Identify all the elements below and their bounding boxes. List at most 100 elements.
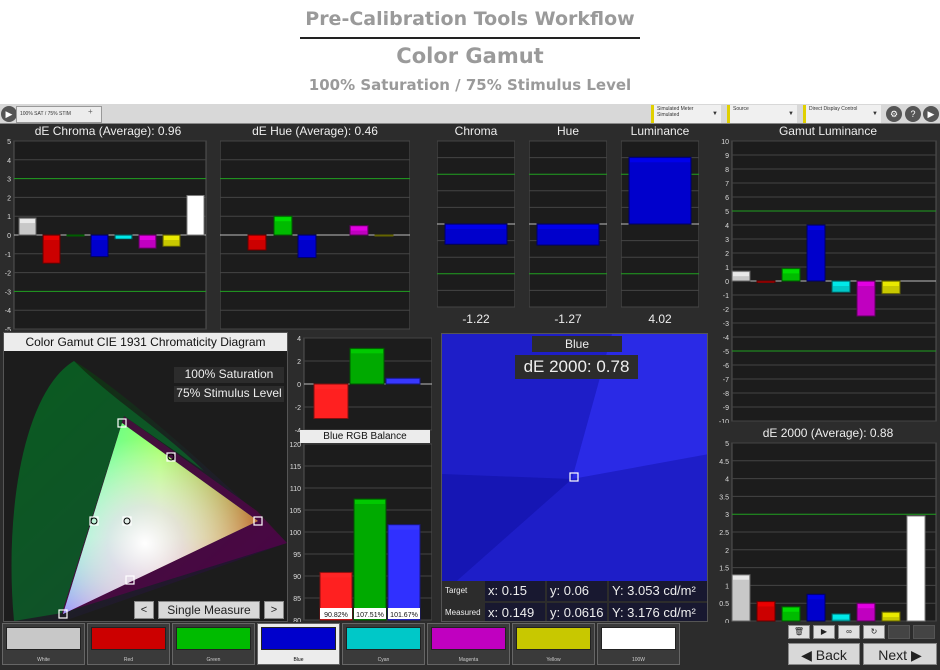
back-label: Back [815, 647, 847, 663]
bar-highlight [858, 604, 874, 609]
swatch-yellow[interactable]: Yellow [512, 623, 595, 665]
luminance-value: 4.02 [621, 310, 699, 328]
de2000-chart: 5 4.5 4 3.5 3 2.5 2 1.5 1 0.5 0 [719, 441, 937, 623]
swatch-color [601, 627, 676, 650]
bar-highlight [275, 217, 291, 222]
bar-highlight [351, 226, 367, 231]
swatch-label: 100W [631, 657, 646, 663]
y-tick-label: 0.5 [719, 601, 729, 608]
source-dropdown[interactable]: Source ▼ [727, 105, 797, 123]
swatch-white[interactable]: White [2, 623, 85, 665]
add-tab-icon[interactable]: + [88, 107, 93, 116]
next-label: Next [878, 647, 908, 663]
y-tick-label: -3 [5, 289, 11, 296]
hue-chart [529, 140, 607, 308]
swatch-label: Green [206, 657, 221, 663]
play-icon[interactable]: ▶ [813, 625, 835, 639]
y-tick-label: 5 [725, 209, 729, 216]
de-hue-chart [220, 140, 410, 330]
next-point-button[interactable]: > [264, 601, 284, 619]
y-tick-label: -2 [295, 405, 301, 412]
y-tick-label: -6 [723, 363, 729, 370]
bar-blue [628, 156, 692, 225]
gamut-luminance-chart: 109876543210-1-2-3-4-5-6-7-8-9-10 [719, 139, 937, 423]
help-icon[interactable]: ? [905, 106, 921, 122]
bar-b [387, 524, 421, 621]
swatch-red[interactable]: Red [87, 623, 170, 665]
y-tick-label: 4.5 [719, 459, 729, 466]
y-tick-label: 85 [293, 596, 301, 603]
bar-highlight [783, 607, 799, 612]
settings-icon[interactable]: ⚙ [886, 106, 902, 122]
bar-highlight [808, 595, 824, 600]
y-tick-label: 120 [290, 442, 301, 449]
refresh-icon[interactable]: ↻ [863, 625, 885, 639]
swatch-blue[interactable]: Blue [257, 623, 340, 665]
swatch-label: Cyan [377, 657, 390, 663]
blue-panel-title: Blue [532, 336, 622, 352]
y-tick-label: 100 [290, 530, 301, 537]
target-luminance: Y: 3.053 cd/m² [609, 581, 707, 601]
disabled-button [888, 625, 910, 639]
y-tick-label: 3.5 [719, 494, 729, 501]
bar-highlight [249, 236, 265, 240]
meter-dropdown[interactable]: Simulated Meter Simulated ▼ [651, 105, 721, 123]
swatch-color [91, 627, 166, 650]
bar-magenta [856, 280, 876, 317]
bar-100w [186, 195, 205, 236]
prev-button[interactable]: < [134, 601, 154, 619]
y-tick-label: 1 [7, 214, 11, 221]
play-icon[interactable]: ▶ [1, 106, 17, 122]
source-label: Source [733, 106, 749, 112]
back-button[interactable]: ◀ Back [788, 643, 860, 665]
swatch-color [176, 627, 251, 650]
bar-highlight [833, 614, 849, 619]
bar-highlight [389, 525, 419, 530]
bar-highlight [387, 379, 419, 384]
bar-highlight [808, 226, 824, 230]
hue-value: -1.27 [529, 310, 607, 328]
bar-r [313, 383, 349, 419]
cie-panel: Color Gamut CIE 1931 Chromaticity Diagra… [3, 332, 288, 622]
display-control-dropdown[interactable]: Direct Display Control ▼ [803, 105, 881, 123]
y-tick-label: 0 [725, 279, 729, 286]
swatch-100w[interactable]: 100W [597, 623, 680, 665]
rgb-balance-chart: 120 115 110 105 100 95 90 85 80 90.82% 107.51% 101.… [290, 442, 432, 622]
swatch-green[interactable]: Green [172, 623, 255, 665]
display-control-label: Direct Display Control [809, 106, 858, 112]
next-button[interactable]: Next ▶ [863, 643, 937, 665]
swatch-label: Blue [293, 657, 304, 663]
bar-highlight [858, 282, 874, 286]
y-tick-label: -1 [723, 293, 729, 300]
swatch-label: White [37, 657, 50, 663]
saturation-label: 100% Saturation [174, 367, 284, 383]
bar-highlight [164, 236, 179, 240]
next-icon[interactable]: ▶ [923, 106, 939, 122]
calibration-app: ▶ 100% SAT / 75% STIM + Simulated Meter … [0, 104, 940, 670]
bar-highlight [833, 282, 849, 286]
bar-highlight [351, 349, 383, 354]
y-tick-label: 2.5 [719, 530, 729, 537]
swatch-magenta[interactable]: Magenta [427, 623, 510, 665]
y-tick-label: 2 [7, 195, 11, 202]
toolbar: ▶ 100% SAT / 75% STIM + Simulated Meter … [0, 104, 940, 124]
y-tick-label: -9 [723, 405, 729, 412]
swatch-color [261, 627, 336, 650]
y-tick-label: -4 [723, 335, 729, 342]
bar-highlight [315, 385, 347, 389]
y-tick-label: 115 [290, 464, 301, 471]
bar-highlight [188, 196, 203, 201]
single-measure-button[interactable]: Single Measure [158, 601, 260, 619]
swatch-color [346, 627, 421, 650]
y-tick-label: 4 [297, 336, 301, 343]
swatch-cyan[interactable]: Cyan [342, 623, 425, 665]
loop-icon[interactable]: ∞ [838, 625, 860, 639]
y-tick-label: -2 [5, 271, 11, 278]
de-chroma-chart: 5 4 3 2 1 0 -1 -2 -3 -4 -5 [5, 139, 207, 331]
bar-value-label: 90.82% [324, 612, 348, 619]
delete-icon[interactable]: 🗑 [788, 625, 810, 639]
measured-label: Measured [445, 608, 481, 617]
y-tick-label: -3 [723, 321, 729, 328]
y-tick-label: -2 [723, 307, 729, 314]
y-tick-label: -1 [5, 252, 11, 259]
